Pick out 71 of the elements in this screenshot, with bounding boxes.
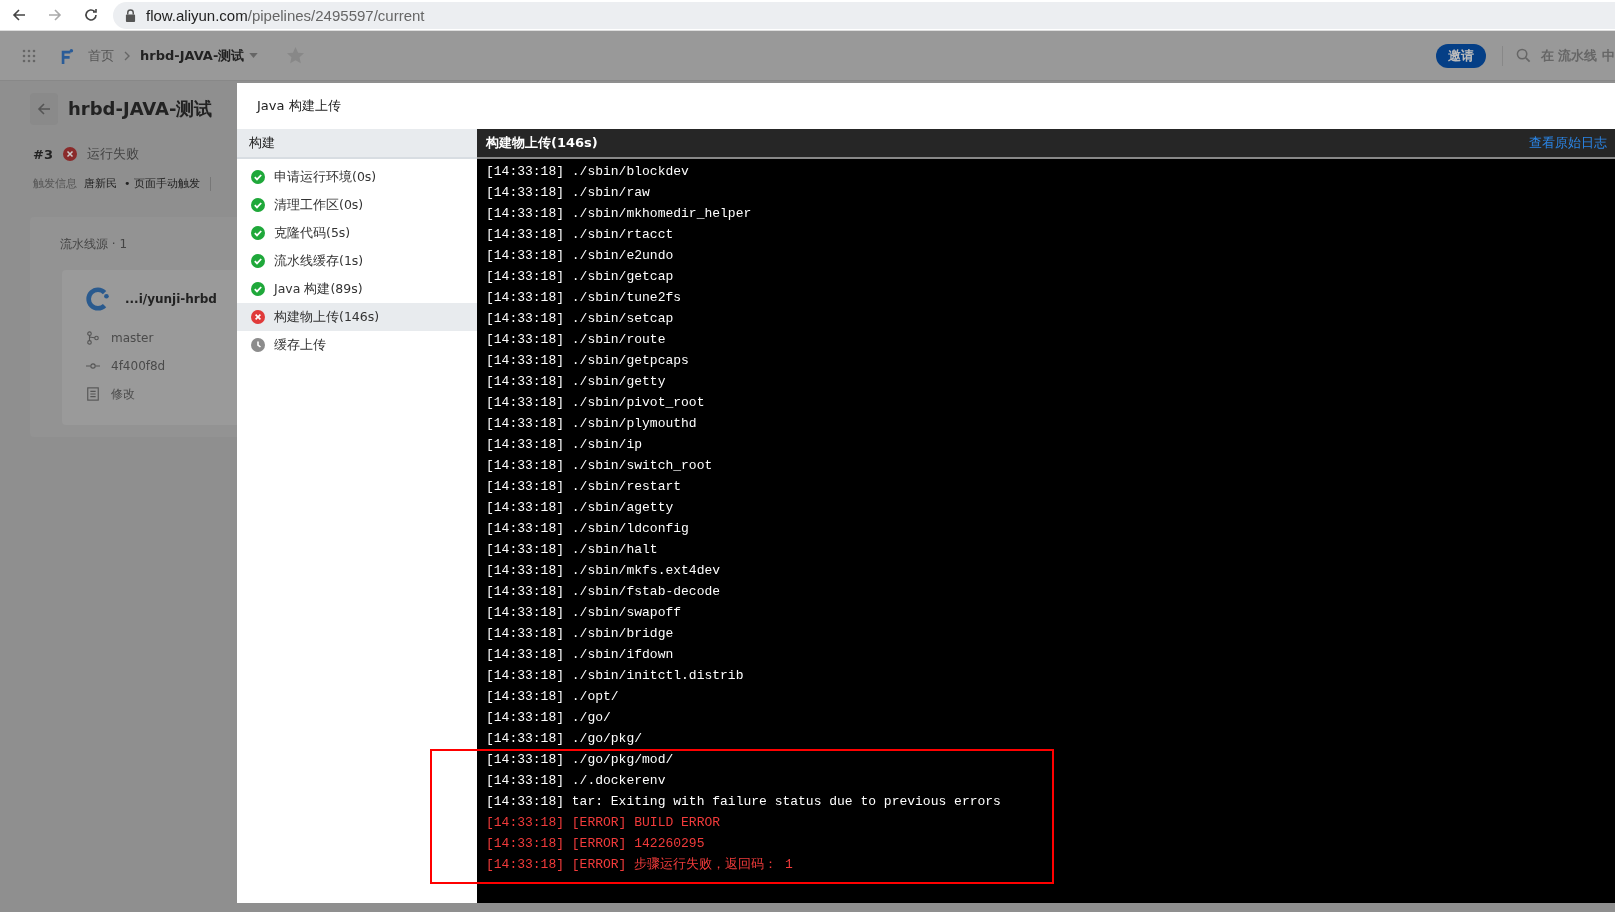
sources-title: 流水线源 · 1: [60, 237, 128, 251]
dialog-title: Java 构建上传: [257, 97, 341, 115]
log-line: [14:33:18] ./sbin/swapoff: [486, 604, 683, 622]
log-title: 构建物上传(146s): [486, 134, 598, 152]
log-line: [14:33:18] ./go/: [486, 709, 612, 727]
log-line: [14:33:18] ./sbin/mkhomedir_helper: [486, 205, 753, 223]
log-line: [14:33:18] ./sbin/ifdown: [486, 646, 675, 664]
log-line: [14:33:18] ./sbin/e2undo: [486, 247, 675, 265]
log-line: [14:33:18] ./sbin/getcap: [486, 268, 675, 286]
log-line: [14:33:18] ./sbin/halt: [486, 541, 659, 559]
branch-icon: [86, 331, 100, 345]
log-line: [14:33:18] ./sbin/raw: [486, 184, 651, 202]
raw-log-link[interactable]: 查看原始日志: [1529, 134, 1607, 152]
url-text: flow.aliyun.com/pipelines/2495597/current: [146, 6, 425, 24]
log-line: [14:33:18] ./sbin/ldconfig: [486, 520, 690, 538]
forward-icon[interactable]: [47, 7, 63, 23]
log-line: [14:33:18] ./sbin/fstab-decode: [486, 583, 722, 601]
log-line: [14:33:18] [ERROR] 142260295: [486, 835, 706, 853]
run-number: #3: [33, 146, 53, 162]
log-line: [14:33:18] ./.dockerenv: [486, 772, 667, 790]
log-line: [14:33:18] ./sbin/blockdev: [486, 163, 690, 181]
commit-hash: 4f400f8d: [111, 359, 166, 373]
apps-grid-icon[interactable]: [22, 48, 36, 63]
log-line: [14:33:18] ./sbin/initctl.distrib: [486, 667, 745, 685]
step-item[interactable]: 克隆代码(5s): [237, 219, 477, 247]
page-title: hrbd-JAVA-测试: [68, 97, 213, 121]
log-line: [14:33:18] [ERROR] 步骤运行失败，返回码： 1: [486, 856, 794, 874]
lock-icon: [125, 8, 136, 22]
log-line: [14:33:18] ./sbin/getpcaps: [486, 352, 690, 370]
repo-logo-icon: [86, 286, 112, 312]
log-line: [14:33:18] ./sbin/agetty: [486, 499, 675, 517]
log-line: [14:33:18] ./sbin/bridge: [486, 625, 675, 643]
search-icon[interactable]: [1515, 48, 1531, 63]
step-item[interactable]: 构建物上传(146s): [237, 303, 477, 331]
repo-name: ...i/yunji-hrbd: [125, 292, 217, 306]
back-arrow-icon: [36, 101, 52, 117]
invite-button[interactable]: 邀请: [1435, 43, 1486, 68]
log-line: [14:33:18] ./sbin/getty: [486, 373, 667, 391]
chevron-icon: [123, 50, 131, 61]
reload-icon[interactable]: [83, 7, 99, 23]
back-button[interactable]: [30, 93, 58, 125]
log-line: [14:33:18] [ERROR] BUILD ERROR: [486, 814, 722, 832]
logo-icon[interactable]: [60, 46, 74, 65]
branch-name: master: [111, 331, 154, 345]
log-line: [14:33:18] ./sbin/pivot_root: [486, 394, 706, 412]
log-line: [14:33:18] ./sbin/mkfs.ext4dev: [486, 562, 722, 580]
step-item[interactable]: 清理工作区(0s): [237, 191, 477, 219]
run-status: 运行失败: [86, 145, 139, 163]
log-line: [14:33:18] ./sbin/switch_root: [486, 457, 714, 475]
back-icon[interactable]: [11, 7, 27, 23]
address-bar[interactable]: flow.aliyun.com/pipelines/2495597/current: [113, 1, 1615, 29]
commit-message: 修改: [111, 385, 135, 403]
log-line: [14:33:18] ./go/pkg/mod/: [486, 751, 675, 769]
log-line: [14:33:18] ./sbin/restart: [486, 478, 683, 496]
log-line: [14:33:18] tar: Exiting with failure status due to previous errors: [486, 793, 1002, 811]
log-line: [14:33:18] ./sbin/plymouthd: [486, 415, 698, 433]
steps-header: 构建: [237, 129, 477, 159]
caret-icon[interactable]: [249, 53, 259, 58]
pipeline-name[interactable]: hrbd-JAVA-测试: [140, 46, 245, 65]
log-line: [14:33:18] ./sbin/rtacct: [486, 226, 675, 244]
trigger-mode: • 页面手动触发: [124, 176, 200, 191]
log-line: [14:33:18] ./sbin/tune2fs: [486, 289, 683, 307]
step-item[interactable]: 申请运行环境(0s): [237, 163, 477, 191]
error-icon: [62, 147, 77, 161]
log-line: [14:33:18] ./sbin/ip: [486, 436, 644, 454]
document-icon: [86, 387, 100, 401]
log-line: [14:33:18] ./opt/: [486, 688, 620, 706]
log-line: [14:33:18] ./sbin/setcap: [486, 310, 675, 328]
trigger-user: 唐新民: [84, 176, 117, 191]
log-line: [14:33:18] ./go/pkg/: [486, 730, 644, 748]
log-line: [14:33:18] ./sbin/route: [486, 331, 667, 349]
